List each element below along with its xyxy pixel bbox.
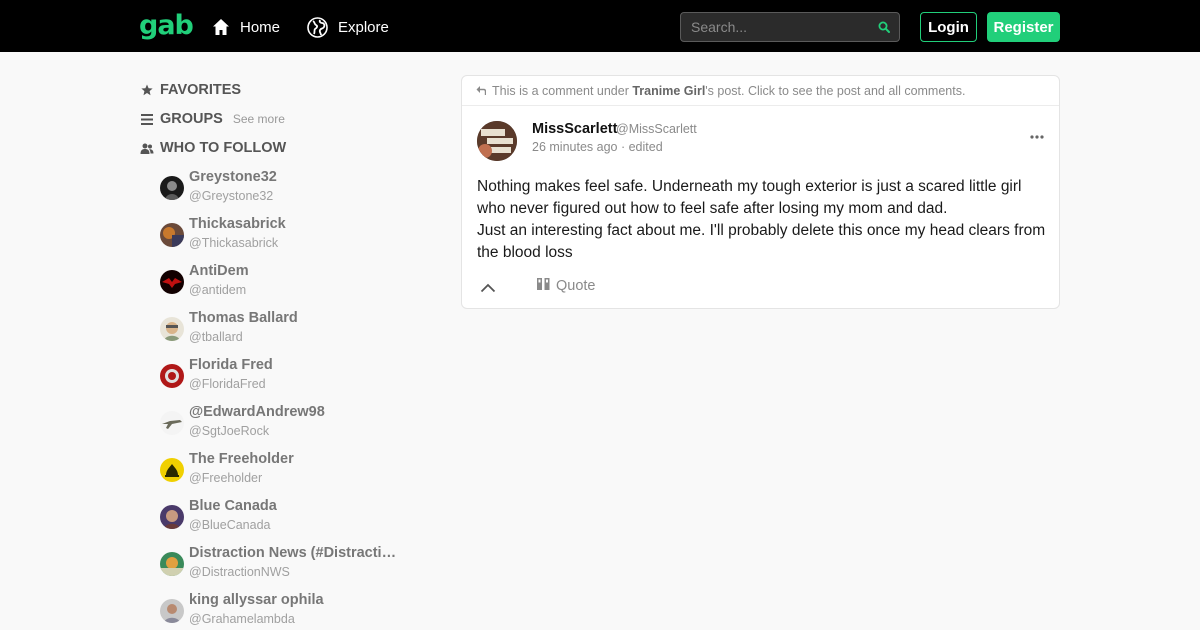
post-timestamp[interactable]: 26 minutes ago · edited <box>532 140 663 154</box>
avatar <box>160 223 184 247</box>
comment-note-author[interactable]: Tranime Girl <box>632 84 705 98</box>
quote-label: Quote <box>556 278 596 294</box>
follow-handle: @antidem <box>189 283 247 297</box>
avatar <box>160 364 184 388</box>
sidebar-who-to-follow: WHO TO FOLLOW <box>140 138 286 158</box>
avatar <box>160 176 184 200</box>
follow-handle: @BlueCanada <box>189 518 271 532</box>
nav-explore-label: Explore <box>338 18 389 36</box>
follow-item[interactable]: Florida Fred @FloridaFred <box>160 356 410 398</box>
follow-name: AntiDem <box>189 263 249 279</box>
register-button[interactable]: Register <box>987 12 1060 42</box>
follow-handle: @Grahamelambda <box>189 612 295 626</box>
follow-item[interactable]: @EdwardAndrew98 @SgtJoeRock <box>160 403 410 445</box>
gab-logo[interactable]: gab <box>139 9 194 43</box>
follow-handle: @Thickasabrick <box>189 236 279 250</box>
follow-handle: @Freeholder <box>189 471 263 485</box>
avatar <box>160 552 184 576</box>
who-to-follow-label: WHO TO FOLLOW <box>160 140 287 156</box>
follow-item[interactable]: king allyssar ophila @Grahamelambda <box>160 591 410 630</box>
post-card: This is a comment under Tranime Girl's p… <box>461 75 1060 309</box>
sidebar-favorites[interactable]: FAVORITES <box>140 80 241 100</box>
follow-item[interactable]: Thickasabrick @Thickasabrick <box>160 215 410 257</box>
post-author-handle[interactable]: @MissScarlett <box>616 122 697 136</box>
avatar <box>160 458 184 482</box>
nav-home-label: Home <box>240 18 281 36</box>
follow-item[interactable]: The Freeholder @Freeholder <box>160 450 410 492</box>
follow-name: Thomas Ballard <box>189 310 298 326</box>
follow-item[interactable]: AntiDem @antidem <box>160 262 410 304</box>
upvote-chevron-icon[interactable] <box>480 280 496 298</box>
sidebar-groups[interactable]: GROUPS See more <box>140 109 285 129</box>
more-options-icon[interactable] <box>1030 126 1048 139</box>
favorites-label: FAVORITES <box>160 82 242 98</box>
follow-handle: @tballard <box>189 330 243 344</box>
reply-arrow-icon <box>476 84 487 98</box>
search-input[interactable] <box>691 13 871 41</box>
follow-item[interactable]: Thomas Ballard @tballard <box>160 309 410 351</box>
comment-note-suffix: 's post. Click to see the post and all c… <box>705 83 966 98</box>
avatar <box>160 599 184 623</box>
home-icon <box>212 18 230 36</box>
follow-name: king allyssar ophila <box>189 592 324 608</box>
star-icon <box>140 84 154 96</box>
follow-handle: @FloridaFred <box>189 377 266 391</box>
avatar[interactable] <box>477 121 517 161</box>
users-icon <box>140 143 154 154</box>
avatar <box>160 505 184 529</box>
follow-name: Thickasabrick <box>189 216 286 232</box>
follow-handle: @Greystone32 <box>189 189 274 203</box>
post-author-name[interactable]: MissScarlett <box>532 121 617 137</box>
search-icon[interactable] <box>878 20 890 38</box>
post-body-line: Just an interesting fact about me. I'll … <box>477 222 1046 261</box>
quote-button[interactable]: Quote <box>537 278 596 294</box>
avatar <box>160 317 184 341</box>
quote-icon <box>537 278 550 294</box>
comment-note-prefix: This is a comment under <box>492 83 629 98</box>
follow-name: Blue Canada <box>189 498 277 514</box>
follow-handle: @SgtJoeRock <box>189 424 270 438</box>
search-box <box>680 12 900 42</box>
login-button[interactable]: Login <box>920 12 977 42</box>
post-body: Nothing makes feel safe. Underneath my t… <box>477 176 1047 264</box>
follow-name: The Freeholder <box>189 451 294 467</box>
nav-home[interactable]: Home <box>212 14 280 40</box>
top-navbar: gab Home Explore Login Register <box>0 0 1200 52</box>
follow-name: @EdwardAndrew98 <box>189 404 325 420</box>
follow-handle: @DistractionNWS <box>189 565 290 579</box>
follow-item[interactable]: Distraction News (#DistractionNWS) @Dist… <box>160 544 410 586</box>
groups-see-more-link[interactable]: See more <box>233 112 285 126</box>
nav-explore[interactable]: Explore <box>307 14 389 40</box>
follow-name: Greystone32 <box>189 169 277 185</box>
follow-item[interactable]: Blue Canada @BlueCanada <box>160 497 410 539</box>
avatar <box>160 411 184 435</box>
comment-context-bar[interactable]: This is a comment under Tranime Girl's p… <box>462 76 1059 106</box>
list-icon <box>140 113 154 125</box>
globe-icon <box>307 16 328 38</box>
avatar <box>160 270 184 294</box>
groups-label: GROUPS <box>160 111 223 127</box>
post-body-line: Nothing makes feel safe. Underneath my t… <box>477 178 1022 217</box>
follow-item[interactable]: Greystone32 @Greystone32 <box>160 168 410 210</box>
follow-name: Distraction News (#DistractionNWS) <box>189 545 404 561</box>
follow-name: Florida Fred <box>189 357 273 373</box>
